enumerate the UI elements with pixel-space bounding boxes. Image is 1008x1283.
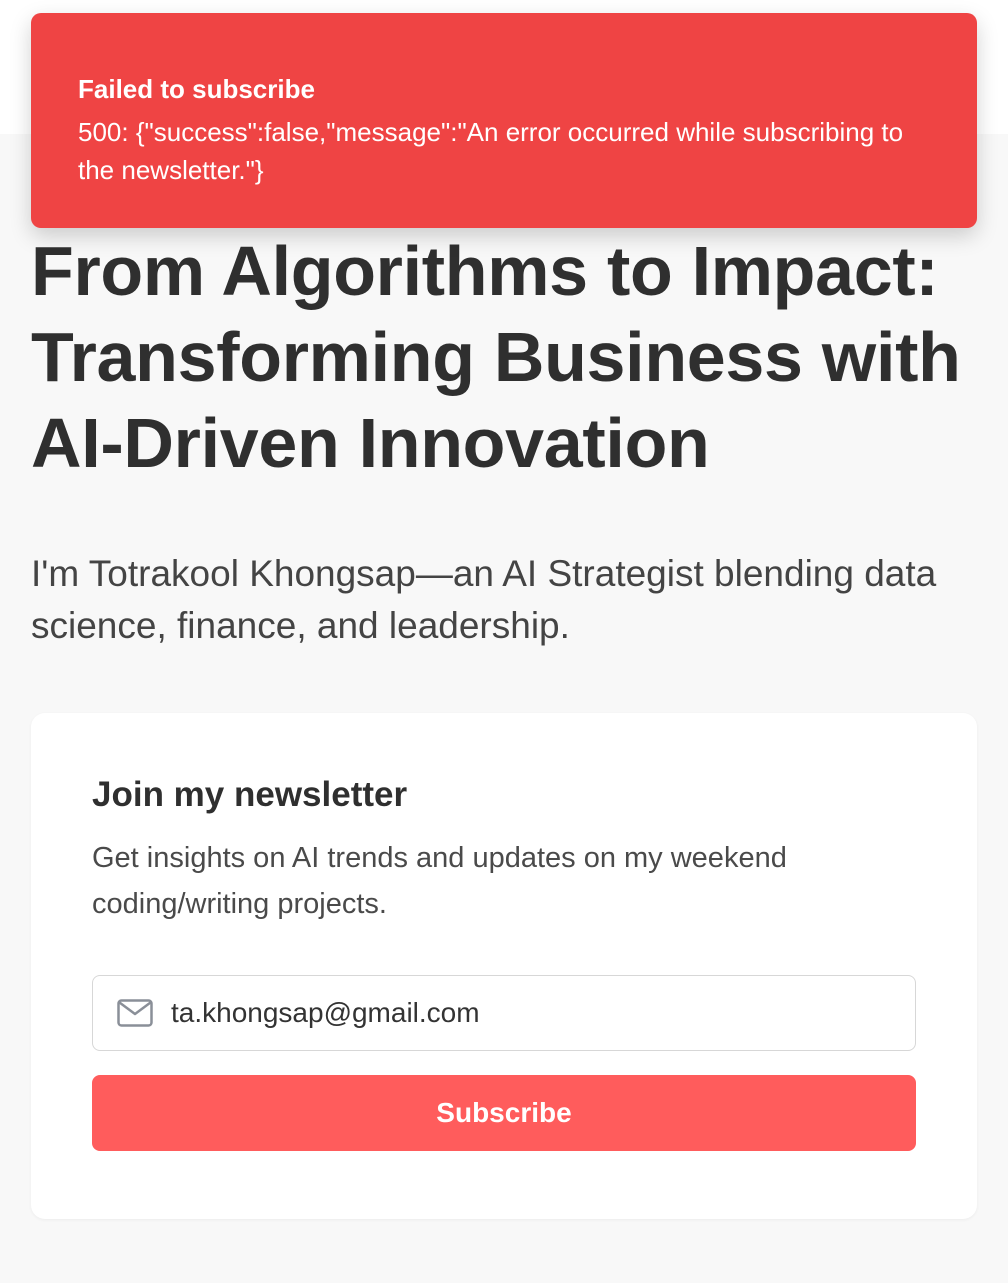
toast-title: Failed to subscribe [78,74,315,104]
email-field[interactable] [92,975,916,1051]
newsletter-title: Join my newsletter [92,775,408,814]
toast-message: 500: {"success":false,"message":"An erro… [78,117,904,185]
newsletter-description: Get insights on AI trends and updates on… [92,842,787,920]
email-input[interactable] [171,997,891,1029]
subscribe-button[interactable]: Subscribe [92,1075,916,1151]
hero-subtitle: I'm Totrakool Khongsap—an AI Strategist … [31,553,937,646]
page-title: From Algorithms to Impact: Transforming … [31,232,961,482]
newsletter-card: Join my newsletter Get insights on AI tr… [31,713,977,1219]
mail-icon [117,999,153,1027]
hero-section: From Algorithms to Impact: Transforming … [31,228,981,652]
error-toast: Failed to subscribe 500: {"success":fals… [31,13,977,228]
